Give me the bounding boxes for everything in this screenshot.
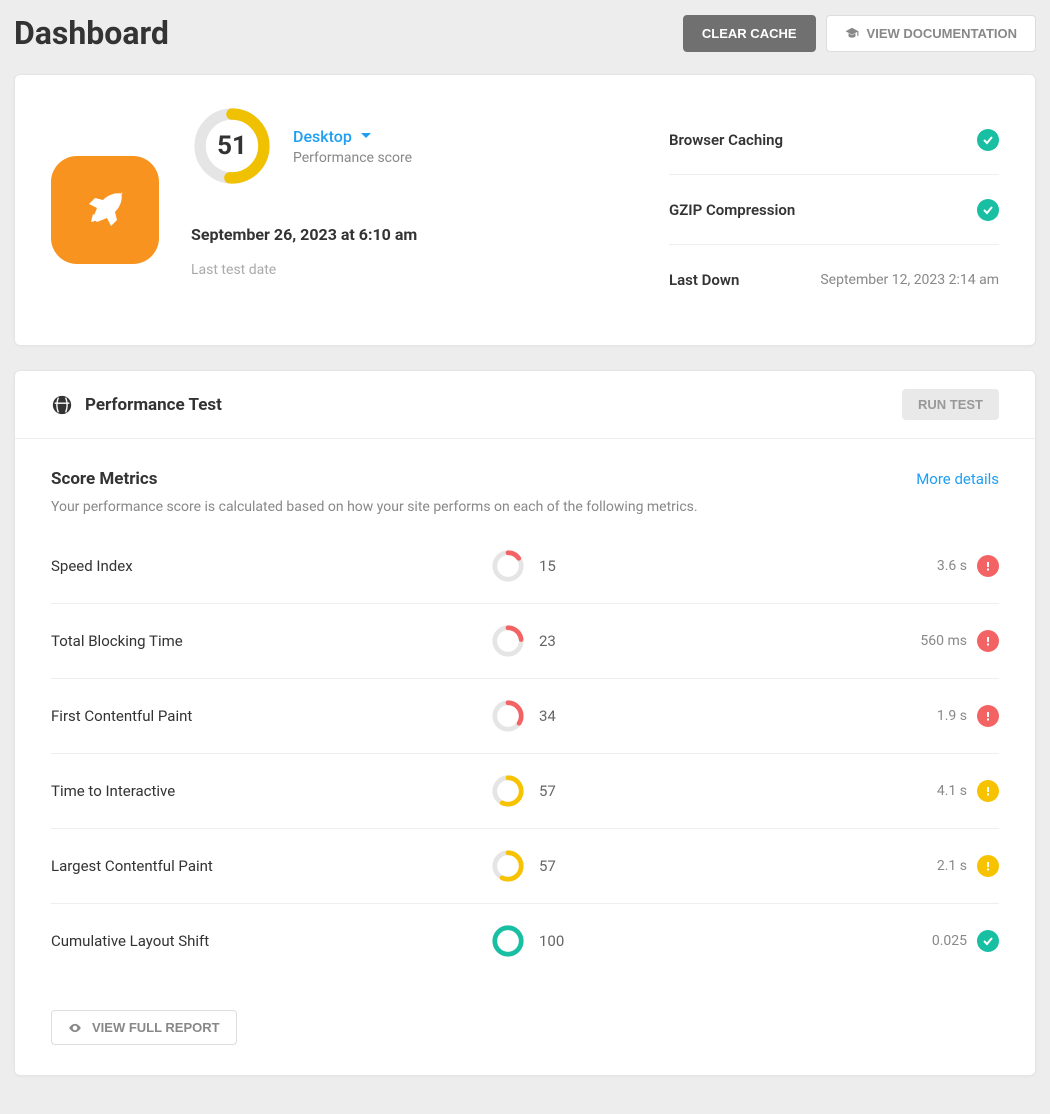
test-date-sub: Last test date — [191, 262, 417, 278]
metric-ring-icon — [491, 549, 525, 583]
metric-ring-icon — [491, 624, 525, 658]
metric-row: First Contentful Paint 34 1.9 s — [51, 679, 999, 754]
overview-card: 51 Desktop Performance score September 2… — [14, 74, 1036, 346]
metric-value: 2.1 s — [937, 858, 967, 874]
metric-score: 15 — [491, 549, 631, 583]
status-last-down: Last Down September 12, 2023 2:14 am — [669, 245, 999, 315]
metric-name: Speed Index — [51, 557, 491, 575]
section-title-text: Performance Test — [85, 395, 222, 415]
score-value: 51 — [191, 105, 273, 187]
metric-score: 23 — [491, 624, 631, 658]
metric-row: Largest Contentful Paint 57 2.1 s — [51, 829, 999, 904]
metric-value-col: 1.9 s — [937, 705, 999, 727]
metric-ring-icon — [491, 849, 525, 883]
status-label: GZIP Compression — [669, 201, 795, 219]
metric-ring-icon — [491, 774, 525, 808]
metric-name: Total Blocking Time — [51, 632, 491, 650]
metric-value: 0.025 — [932, 933, 967, 949]
eye-icon — [68, 1021, 82, 1035]
view-documentation-button[interactable]: VIEW DOCUMENTATION — [826, 15, 1036, 52]
more-details-link[interactable]: More details — [916, 470, 999, 488]
clear-cache-label: CLEAR CACHE — [702, 26, 797, 41]
globe-icon — [51, 394, 73, 416]
alert-icon — [977, 630, 999, 652]
status-value: September 12, 2023 2:14 am — [820, 272, 999, 288]
metric-name: First Contentful Paint — [51, 707, 491, 725]
metric-score-value: 15 — [539, 557, 556, 575]
metric-score-value: 100 — [539, 932, 564, 950]
metric-row: Speed Index 15 3.6 s — [51, 529, 999, 604]
metric-value: 1.9 s — [937, 708, 967, 724]
metric-ring-icon — [491, 699, 525, 733]
metric-value-col: 3.6 s — [937, 555, 999, 577]
score-metrics-desc: Your performance score is calculated bas… — [51, 499, 999, 515]
score-metrics-title: Score Metrics — [51, 469, 158, 489]
run-test-button[interactable]: RUN TEST — [902, 389, 999, 420]
chevron-down-icon — [360, 130, 372, 142]
clear-cache-button[interactable]: CLEAR CACHE — [683, 15, 816, 52]
status-label: Last Down — [669, 271, 739, 289]
bird-logo-icon — [51, 156, 159, 264]
view-full-report-button[interactable]: VIEW FULL REPORT — [51, 1010, 237, 1045]
metric-ring-icon — [491, 924, 525, 958]
metric-score: 57 — [491, 849, 631, 883]
metric-score: 57 — [491, 774, 631, 808]
metric-score-value: 57 — [539, 782, 556, 800]
metrics-list: Speed Index 15 3.6 s Total Blocking Time 23 5… — [51, 529, 999, 978]
status-browser-caching: Browser Caching — [669, 105, 999, 175]
performance-card: Performance Test RUN TEST Score Metrics … — [14, 370, 1036, 1076]
perf-label: Performance score — [293, 150, 412, 166]
check-icon — [977, 199, 999, 221]
status-label: Browser Caching — [669, 131, 783, 149]
metric-score-value: 57 — [539, 857, 556, 875]
page-header: Dashboard CLEAR CACHE VIEW DOCUMENTATION — [14, 14, 1036, 52]
device-label: Desktop — [293, 127, 352, 146]
metric-value-col: 4.1 s — [937, 780, 999, 802]
check-icon — [977, 930, 999, 952]
alert-icon — [977, 780, 999, 802]
metric-name: Cumulative Layout Shift — [51, 932, 491, 950]
metric-value: 4.1 s — [937, 783, 967, 799]
metric-score-value: 23 — [539, 632, 556, 650]
metric-name: Time to Interactive — [51, 782, 491, 800]
score-ring: 51 — [191, 105, 273, 187]
metric-row: Cumulative Layout Shift 100 0.025 — [51, 904, 999, 978]
view-full-report-label: VIEW FULL REPORT — [92, 1020, 220, 1035]
metric-value: 3.6 s — [937, 558, 967, 574]
metric-row: Total Blocking Time 23 560 ms — [51, 604, 999, 679]
site-logo — [51, 105, 159, 315]
metric-value: 560 ms — [920, 633, 967, 649]
metric-score: 34 — [491, 699, 631, 733]
alert-icon — [977, 705, 999, 727]
status-gzip: GZIP Compression — [669, 175, 999, 245]
run-test-label: RUN TEST — [918, 397, 983, 412]
page-title: Dashboard — [14, 14, 169, 52]
score-column: 51 Desktop Performance score September 2… — [191, 105, 417, 315]
metric-row: Time to Interactive 57 4.1 s — [51, 754, 999, 829]
performance-header: Performance Test RUN TEST — [15, 371, 1035, 439]
header-actions: CLEAR CACHE VIEW DOCUMENTATION — [683, 15, 1036, 52]
metric-value-col: 2.1 s — [937, 855, 999, 877]
alert-icon — [977, 855, 999, 877]
metric-value-col: 560 ms — [920, 630, 999, 652]
graduation-cap-icon — [845, 26, 859, 40]
device-select[interactable]: Desktop — [293, 127, 412, 146]
metric-name: Largest Contentful Paint — [51, 857, 491, 875]
test-date: September 26, 2023 at 6:10 am — [191, 225, 417, 244]
status-column: Browser Caching GZIP Compression Last Do… — [669, 105, 999, 315]
metric-value-col: 0.025 — [932, 930, 999, 952]
view-documentation-label: VIEW DOCUMENTATION — [867, 26, 1017, 41]
metric-score-value: 34 — [539, 707, 556, 725]
check-icon — [977, 129, 999, 151]
alert-icon — [977, 555, 999, 577]
metric-score: 100 — [491, 924, 631, 958]
